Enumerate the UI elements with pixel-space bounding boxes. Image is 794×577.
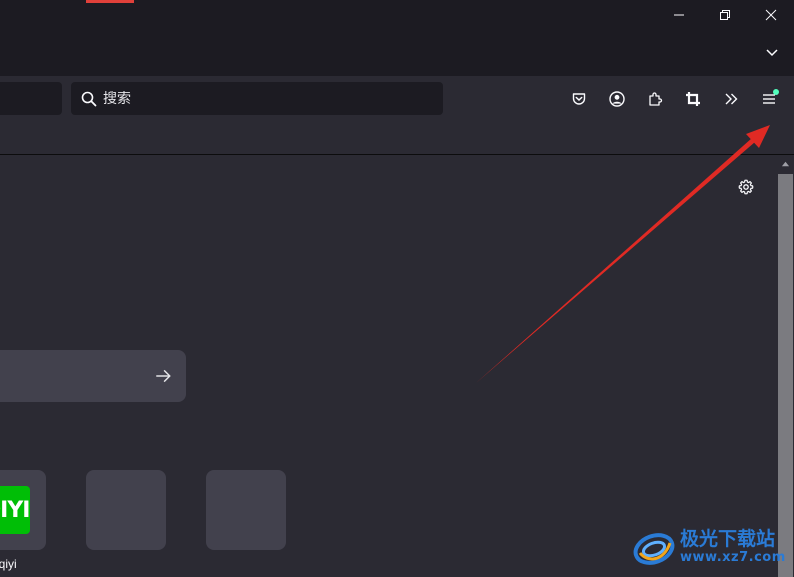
restore-icon: [720, 10, 730, 20]
account-icon: [609, 91, 625, 107]
screenshot-button[interactable]: [677, 83, 709, 115]
watermark-url: www.xz7.com: [680, 550, 786, 565]
arrow-right-icon[interactable]: [154, 367, 172, 385]
pocket-button[interactable]: [563, 83, 595, 115]
personalize-button[interactable]: [735, 176, 757, 198]
overflow-menu-button[interactable]: [715, 83, 747, 115]
search-input[interactable]: [103, 90, 423, 107]
new-tab-page: QIYI iqiyi: [0, 156, 777, 577]
minimize-icon: [674, 14, 684, 16]
extensions-button[interactable]: [639, 83, 671, 115]
search-bar[interactable]: [71, 82, 443, 115]
shortcut-tile-iqiyi[interactable]: QIYI: [0, 470, 46, 550]
vertical-scrollbar[interactable]: [777, 156, 794, 577]
title-bar: [0, 0, 794, 76]
close-window-button[interactable]: [748, 0, 794, 30]
bookmarks-toolbar: [0, 122, 794, 155]
iqiyi-logo: QIYI: [0, 486, 31, 534]
app-menu-button[interactable]: [753, 83, 785, 115]
shortcut-tile-empty[interactable]: [206, 470, 286, 550]
web-search-box[interactable]: [0, 350, 186, 402]
url-bar[interactable]: [0, 82, 62, 115]
chevron-down-icon: [766, 49, 778, 57]
gear-icon: [738, 179, 754, 195]
update-badge: [773, 89, 779, 95]
watermark-logo-icon: [633, 533, 675, 565]
minimize-button[interactable]: [656, 0, 702, 30]
watermark-title: 极光下载站: [680, 528, 776, 550]
pocket-icon: [572, 93, 586, 105]
puzzle-icon: [649, 92, 663, 106]
search-icon: [81, 91, 97, 106]
restore-button[interactable]: [702, 0, 748, 30]
shortcut-tile-empty[interactable]: [86, 470, 166, 550]
scroll-up-button[interactable]: [777, 156, 794, 173]
crop-icon: [686, 92, 700, 106]
watermark: 极光下载站 www.xz7.com: [630, 522, 790, 572]
shortcut-label: iqiyi: [0, 557, 17, 571]
close-icon: [765, 9, 777, 21]
navigation-toolbar: [0, 76, 794, 122]
account-button[interactable]: [601, 83, 633, 115]
scroll-thumb[interactable]: [778, 174, 793, 577]
list-all-tabs-button[interactable]: [758, 38, 786, 66]
active-tab-indicator[interactable]: [86, 0, 134, 3]
double-chevron-right-icon: [725, 93, 738, 105]
triangle-up-icon: [781, 161, 790, 167]
